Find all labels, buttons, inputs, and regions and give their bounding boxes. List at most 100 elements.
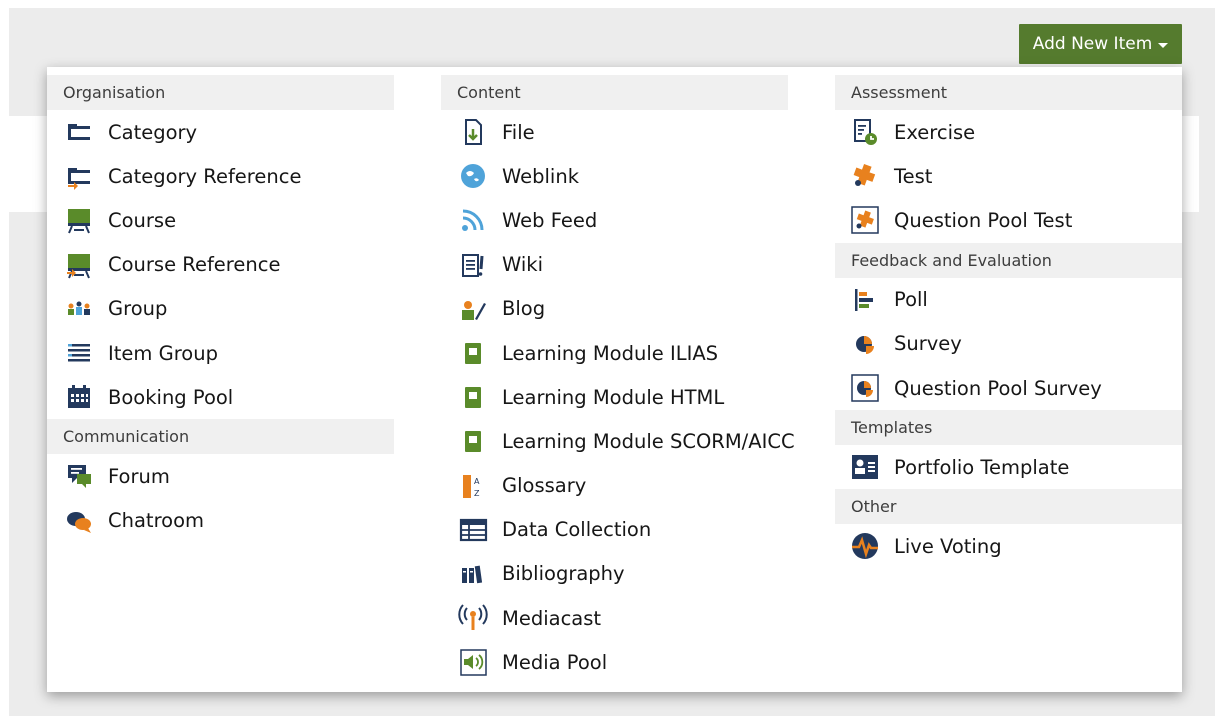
web-feed-icon <box>458 203 492 237</box>
menu-item-label: Course Reference <box>108 253 281 277</box>
group-header: Assessment <box>835 75 1182 110</box>
group-item-list: Portfolio Template <box>835 445 1182 489</box>
weblink-icon <box>458 159 492 193</box>
menu-item-label: Booking Pool <box>108 385 234 409</box>
add-new-item-label: Add New Item <box>1032 34 1153 54</box>
question-pool-survey-icon <box>850 371 884 405</box>
add-new-item-dropdown: Organisation Category Category Reference Co… <box>47 67 1182 692</box>
menu-item-chatroom[interactable]: Chatroom <box>47 499 394 543</box>
menu-item-label: Course <box>108 208 177 232</box>
dropdown-column-2: Content File Weblink Web Feed Wiki Blog Learni… <box>441 75 795 684</box>
menu-item-web-feed[interactable]: Web Feed <box>441 198 788 242</box>
group-header: Communication <box>47 419 394 455</box>
menu-item-learning-module-scorm-aicc[interactable]: Learning Module SCORM/AICC <box>441 419 795 463</box>
menu-item-live-voting[interactable]: Live Voting <box>835 524 1182 568</box>
group-item-list: File Weblink Web Feed Wiki Blog Learning Modu… <box>441 110 795 684</box>
menu-item-mediacast[interactable]: Mediacast <box>441 596 788 640</box>
group-icon <box>64 292 98 326</box>
blog-icon <box>458 292 492 326</box>
group-header: Feedback and Evaluation <box>835 242 1182 278</box>
menu-item-label: Survey <box>894 332 962 356</box>
menu-item-label: Bibliography <box>502 562 625 586</box>
course-reference-icon <box>64 248 98 282</box>
menu-item-category[interactable]: Category <box>47 110 394 154</box>
dropdown-column-3: Assessment Exercise Test Question Pool Test… <box>835 75 1182 569</box>
menu-item-learning-module-ilias[interactable]: Learning Module ILIAS <box>441 331 788 375</box>
mediacast-icon <box>458 601 492 635</box>
booking-pool-icon <box>64 380 98 414</box>
menu-item-bibliography[interactable]: Bibliography <box>441 552 788 596</box>
menu-item-glossary[interactable]: A Z Glossary <box>441 464 788 508</box>
menu-item-label: Blog <box>502 297 546 321</box>
question-pool-test-icon <box>850 203 884 237</box>
menu-item-data-collection[interactable]: Data Collection <box>441 508 788 552</box>
menu-item-booking-pool[interactable]: Booking Pool <box>47 375 394 419</box>
chatroom-icon <box>64 504 98 538</box>
menu-item-label: Learning Module HTML <box>502 385 725 409</box>
category-icon <box>64 115 98 149</box>
menu-item-label: Question Pool Test <box>894 208 1073 232</box>
media-pool-icon <box>458 645 492 679</box>
bibliography-icon <box>458 557 492 591</box>
menu-item-poll[interactable]: Poll <box>835 278 1182 322</box>
menu-item-wiki[interactable]: Wiki <box>441 243 788 287</box>
menu-item-learning-module-html[interactable]: Learning Module HTML <box>441 375 788 419</box>
exercise-icon <box>850 115 884 149</box>
menu-item-label: Learning Module SCORM/AICC <box>502 429 795 453</box>
poll-icon <box>850 283 884 317</box>
menu-item-label: Chatroom <box>108 509 205 533</box>
group-item-list: Poll Survey Question Pool Survey <box>835 278 1182 411</box>
wiki-icon <box>458 248 492 282</box>
group-header: Content <box>441 75 788 110</box>
menu-item-test[interactable]: Test <box>835 154 1182 198</box>
menu-item-label: Category <box>108 120 198 144</box>
menu-item-course[interactable]: Course <box>47 198 394 242</box>
portfolio-template-icon <box>850 450 884 484</box>
menu-item-portfolio-template[interactable]: Portfolio Template <box>835 445 1182 489</box>
menu-item-course-reference[interactable]: Course Reference <box>47 243 394 287</box>
menu-item-label: Wiki <box>502 253 543 277</box>
live-voting-icon <box>850 529 884 563</box>
menu-item-label: Weblink <box>502 164 580 188</box>
learning-module-icon <box>458 336 492 370</box>
course-icon <box>64 203 98 237</box>
group-header: Templates <box>835 410 1182 446</box>
menu-item-label: Question Pool Survey <box>894 376 1102 400</box>
menu-item-label: Web Feed <box>502 208 598 232</box>
menu-item-survey[interactable]: Survey <box>835 322 1182 366</box>
menu-item-weblink[interactable]: Weblink <box>441 154 788 198</box>
category-reference-icon <box>64 159 98 193</box>
file-icon <box>458 115 492 149</box>
menu-item-exercise[interactable]: Exercise <box>835 110 1182 154</box>
add-new-item-button[interactable]: Add New Item <box>1019 24 1182 64</box>
item-group-icon <box>64 336 98 370</box>
menu-item-group[interactable]: Group <box>47 287 394 331</box>
dropdown-column-1: Organisation Category Category Reference Co… <box>47 75 394 543</box>
menu-item-category-reference[interactable]: Category Reference <box>47 154 394 198</box>
menu-item-item-group[interactable]: Item Group <box>47 331 394 375</box>
test-icon <box>850 159 884 193</box>
menu-item-media-pool[interactable]: Media Pool <box>441 640 788 684</box>
svg-text:Z: Z <box>474 489 480 498</box>
learning-module-icon <box>458 380 492 414</box>
menu-item-label: Media Pool <box>502 650 608 674</box>
menu-item-file[interactable]: File <box>441 110 788 154</box>
menu-item-forum[interactable]: Forum <box>47 454 394 498</box>
survey-icon <box>850 327 884 361</box>
menu-item-label: Test <box>894 164 933 188</box>
menu-item-question-pool-survey[interactable]: Question Pool Survey <box>835 366 1182 410</box>
group-item-list: Exercise Test Question Pool Test <box>835 110 1182 243</box>
menu-item-label: Live Voting <box>894 534 1002 558</box>
svg-text:A: A <box>474 477 480 486</box>
group-header: Organisation <box>47 75 394 110</box>
menu-item-label: Item Group <box>108 341 218 365</box>
menu-item-blog[interactable]: Blog <box>441 287 788 331</box>
learning-module-icon <box>458 424 492 458</box>
data-collection-icon <box>458 513 492 547</box>
caret-down-icon <box>1158 42 1169 48</box>
menu-item-question-pool-test[interactable]: Question Pool Test <box>835 198 1182 242</box>
menu-item-label: File <box>502 120 535 144</box>
menu-item-label: Exercise <box>894 120 976 144</box>
glossary-icon: AZ <box>458 469 492 503</box>
menu-item-label: Group <box>108 297 168 321</box>
